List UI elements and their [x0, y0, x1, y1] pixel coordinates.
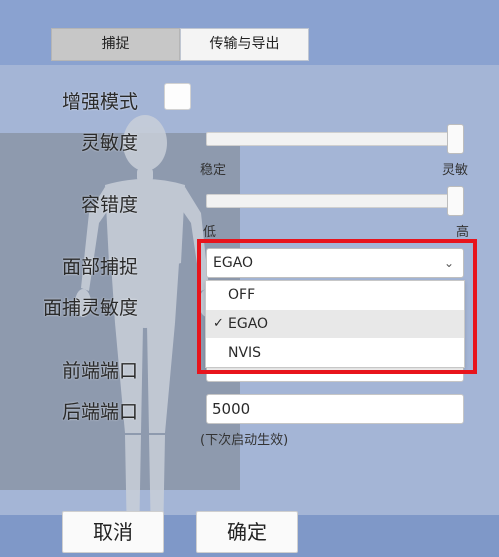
sensitivity-max-label: 灵敏: [442, 163, 469, 178]
enhanced-mode-checkbox[interactable]: [164, 83, 191, 110]
tolerance-slider-handle[interactable]: [447, 186, 464, 216]
tab-capture[interactable]: 捕捉: [51, 28, 180, 61]
sensitivity-min-label: 稳定: [200, 163, 227, 178]
back-port-label: 后端端口: [61, 401, 138, 423]
tolerance-max-label: 高: [456, 225, 470, 240]
restart-hint: (下次启动生效): [200, 433, 289, 448]
face-capture-label: 面部捕捉: [61, 256, 138, 278]
highlight-box: [197, 239, 477, 374]
back-port-input[interactable]: 5000: [206, 394, 464, 424]
enhanced-mode-label: 增强模式: [61, 91, 138, 113]
front-port-label: 前端端口: [61, 360, 138, 382]
tab-transfer-export[interactable]: 传输与导出: [180, 28, 309, 61]
tolerance-min-label: 低: [203, 225, 217, 240]
ok-button[interactable]: 确定: [196, 511, 298, 553]
cancel-button[interactable]: 取消: [62, 511, 164, 553]
face-sensitivity-label: 面捕灵敏度: [42, 297, 138, 319]
tolerance-slider[interactable]: [206, 194, 460, 208]
tolerance-label: 容错度: [80, 194, 138, 216]
sensitivity-slider-handle[interactable]: [447, 124, 464, 154]
sensitivity-slider[interactable]: [206, 132, 460, 146]
sensitivity-label: 灵敏度: [80, 132, 138, 154]
